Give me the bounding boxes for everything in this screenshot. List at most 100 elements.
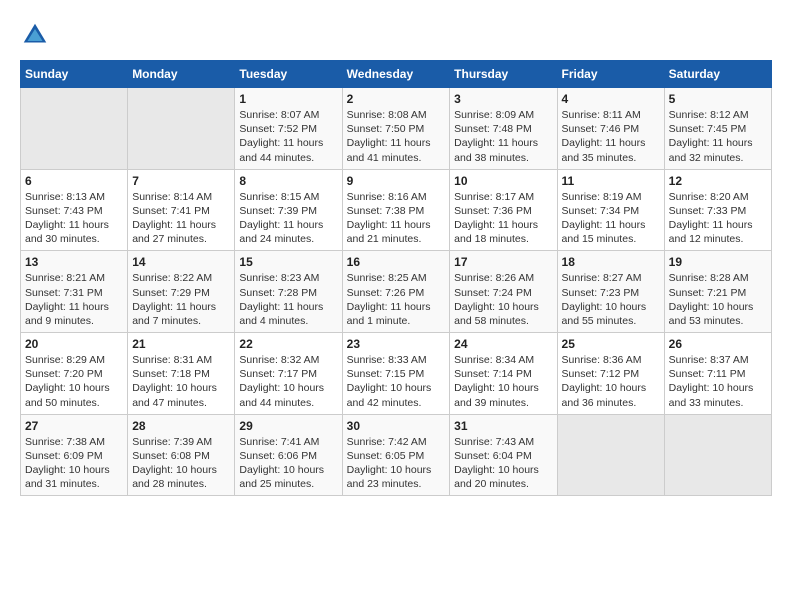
weekday-header: Thursday: [450, 61, 557, 88]
day-number: 30: [347, 419, 446, 433]
day-info: Sunrise: 8:11 AM Sunset: 7:46 PM Dayligh…: [562, 108, 660, 165]
calendar-cell: 1 Sunrise: 8:07 AM Sunset: 7:52 PM Daylig…: [235, 88, 342, 170]
weekday-header: Tuesday: [235, 61, 342, 88]
calendar-cell: 9 Sunrise: 8:16 AM Sunset: 7:38 PM Daylig…: [342, 169, 450, 251]
day-info: Sunrise: 8:12 AM Sunset: 7:45 PM Dayligh…: [669, 108, 767, 165]
weekday-header: Wednesday: [342, 61, 450, 88]
calendar-cell: 21 Sunrise: 8:31 AM Sunset: 7:18 PM Dayli…: [128, 333, 235, 415]
day-info: Sunrise: 8:26 AM Sunset: 7:24 PM Dayligh…: [454, 271, 552, 328]
day-number: 27: [25, 419, 123, 433]
day-number: 2: [347, 92, 446, 106]
day-info: Sunrise: 8:29 AM Sunset: 7:20 PM Dayligh…: [25, 353, 123, 410]
weekday-header: Monday: [128, 61, 235, 88]
calendar-cell: 6Sunrise: 8:13 AM Sunset: 7:43 PM Daylig…: [21, 169, 128, 251]
calendar-week-row: 6Sunrise: 8:13 AM Sunset: 7:43 PM Daylig…: [21, 169, 772, 251]
calendar-cell: 25 Sunrise: 8:36 AM Sunset: 7:12 PM Dayli…: [557, 333, 664, 415]
calendar-cell: 30 Sunrise: 7:42 AM Sunset: 6:05 PM Dayli…: [342, 414, 450, 496]
day-info: Sunrise: 8:28 AM Sunset: 7:21 PM Dayligh…: [669, 271, 767, 328]
day-number: 24: [454, 337, 552, 351]
calendar-cell: 14Sunrise: 8:22 AM Sunset: 7:29 PM Dayli…: [128, 251, 235, 333]
day-info: Sunrise: 8:31 AM Sunset: 7:18 PM Dayligh…: [132, 353, 230, 410]
day-number: 21: [132, 337, 230, 351]
day-number: 3: [454, 92, 552, 106]
day-info: Sunrise: 8:08 AM Sunset: 7:50 PM Dayligh…: [347, 108, 446, 165]
calendar-cell: 3 Sunrise: 8:09 AM Sunset: 7:48 PM Daylig…: [450, 88, 557, 170]
calendar-cell: 24 Sunrise: 8:34 AM Sunset: 7:14 PM Dayli…: [450, 333, 557, 415]
calendar-cell: 31 Sunrise: 7:43 AM Sunset: 6:04 PM Dayli…: [450, 414, 557, 496]
calendar-cell: 26 Sunrise: 8:37 AM Sunset: 7:11 PM Dayli…: [664, 333, 771, 415]
day-number: 28: [132, 419, 230, 433]
calendar-cell: 7Sunrise: 8:14 AM Sunset: 7:41 PM Daylig…: [128, 169, 235, 251]
day-number: 25: [562, 337, 660, 351]
day-number: 9: [347, 174, 446, 188]
calendar-cell: 11Sunrise: 8:19 AM Sunset: 7:34 PM Dayli…: [557, 169, 664, 251]
day-info: Sunrise: 8:37 AM Sunset: 7:11 PM Dayligh…: [669, 353, 767, 410]
calendar-cell: 10 Sunrise: 8:17 AM Sunset: 7:36 PM Dayli…: [450, 169, 557, 251]
calendar-cell: 20 Sunrise: 8:29 AM Sunset: 7:20 PM Dayli…: [21, 333, 128, 415]
day-number: 5: [669, 92, 767, 106]
day-number: 31: [454, 419, 552, 433]
day-info: Sunrise: 8:22 AM Sunset: 7:29 PM Dayligh…: [132, 271, 230, 328]
day-info: Sunrise: 8:25 AM Sunset: 7:26 PM Dayligh…: [347, 271, 446, 328]
day-info: Sunrise: 8:15 AM Sunset: 7:39 PM Dayligh…: [239, 190, 337, 247]
day-number: 17: [454, 255, 552, 269]
calendar-table: SundayMondayTuesdayWednesdayThursdayFrid…: [20, 60, 772, 496]
day-info: Sunrise: 8:36 AM Sunset: 7:12 PM Dayligh…: [562, 353, 660, 410]
logo: [20, 20, 52, 50]
calendar-cell: 13Sunrise: 8:21 AM Sunset: 7:31 PM Dayli…: [21, 251, 128, 333]
day-info: Sunrise: 8:27 AM Sunset: 7:23 PM Dayligh…: [562, 271, 660, 328]
day-number: 15: [239, 255, 337, 269]
calendar-week-row: 1 Sunrise: 8:07 AM Sunset: 7:52 PM Daylig…: [21, 88, 772, 170]
day-number: 19: [669, 255, 767, 269]
day-number: 13: [25, 255, 123, 269]
calendar-cell: 4 Sunrise: 8:11 AM Sunset: 7:46 PM Daylig…: [557, 88, 664, 170]
calendar-cell: 17 Sunrise: 8:26 AM Sunset: 7:24 PM Dayli…: [450, 251, 557, 333]
day-number: 11: [562, 174, 660, 188]
day-number: 26: [669, 337, 767, 351]
day-number: 1: [239, 92, 337, 106]
day-number: 10: [454, 174, 552, 188]
day-info: Sunrise: 8:17 AM Sunset: 7:36 PM Dayligh…: [454, 190, 552, 247]
calendar-week-row: 27Sunrise: 7:38 AM Sunset: 6:09 PM Dayli…: [21, 414, 772, 496]
calendar-cell: 2 Sunrise: 8:08 AM Sunset: 7:50 PM Daylig…: [342, 88, 450, 170]
weekday-row: SundayMondayTuesdayWednesdayThursdayFrid…: [21, 61, 772, 88]
calendar-cell: 16Sunrise: 8:25 AM Sunset: 7:26 PM Dayli…: [342, 251, 450, 333]
calendar-body: 1 Sunrise: 8:07 AM Sunset: 7:52 PM Daylig…: [21, 88, 772, 496]
calendar-cell: 8Sunrise: 8:15 AM Sunset: 7:39 PM Daylig…: [235, 169, 342, 251]
calendar-cell: [128, 88, 235, 170]
calendar-cell: 18 Sunrise: 8:27 AM Sunset: 7:23 PM Dayli…: [557, 251, 664, 333]
day-info: Sunrise: 8:09 AM Sunset: 7:48 PM Dayligh…: [454, 108, 552, 165]
calendar-cell: 28 Sunrise: 7:39 AM Sunset: 6:08 PM Dayli…: [128, 414, 235, 496]
day-info: Sunrise: 8:07 AM Sunset: 7:52 PM Dayligh…: [239, 108, 337, 165]
day-info: Sunrise: 7:43 AM Sunset: 6:04 PM Dayligh…: [454, 435, 552, 492]
day-info: Sunrise: 8:20 AM Sunset: 7:33 PM Dayligh…: [669, 190, 767, 247]
day-number: 29: [239, 419, 337, 433]
calendar-cell: 15 Sunrise: 8:23 AM Sunset: 7:28 PM Dayli…: [235, 251, 342, 333]
day-number: 6: [25, 174, 123, 188]
day-number: 23: [347, 337, 446, 351]
calendar-cell: [557, 414, 664, 496]
calendar-cell: 19 Sunrise: 8:28 AM Sunset: 7:21 PM Dayli…: [664, 251, 771, 333]
day-info: Sunrise: 8:16 AM Sunset: 7:38 PM Dayligh…: [347, 190, 446, 247]
page-header: [20, 20, 772, 50]
calendar-cell: 22Sunrise: 8:32 AM Sunset: 7:17 PM Dayli…: [235, 333, 342, 415]
day-number: 20: [25, 337, 123, 351]
day-info: Sunrise: 7:42 AM Sunset: 6:05 PM Dayligh…: [347, 435, 446, 492]
weekday-header: Friday: [557, 61, 664, 88]
day-info: Sunrise: 8:34 AM Sunset: 7:14 PM Dayligh…: [454, 353, 552, 410]
calendar-cell: [21, 88, 128, 170]
day-number: 18: [562, 255, 660, 269]
calendar-cell: 12 Sunrise: 8:20 AM Sunset: 7:33 PM Dayli…: [664, 169, 771, 251]
day-number: 4: [562, 92, 660, 106]
calendar-header: SundayMondayTuesdayWednesdayThursdayFrid…: [21, 61, 772, 88]
calendar-cell: [664, 414, 771, 496]
calendar-cell: 29Sunrise: 7:41 AM Sunset: 6:06 PM Dayli…: [235, 414, 342, 496]
day-number: 7: [132, 174, 230, 188]
day-number: 12: [669, 174, 767, 188]
day-info: Sunrise: 8:23 AM Sunset: 7:28 PM Dayligh…: [239, 271, 337, 328]
weekday-header: Saturday: [664, 61, 771, 88]
calendar-week-row: 20 Sunrise: 8:29 AM Sunset: 7:20 PM Dayli…: [21, 333, 772, 415]
calendar-cell: 27Sunrise: 7:38 AM Sunset: 6:09 PM Dayli…: [21, 414, 128, 496]
day-info: Sunrise: 7:39 AM Sunset: 6:08 PM Dayligh…: [132, 435, 230, 492]
day-info: Sunrise: 8:33 AM Sunset: 7:15 PM Dayligh…: [347, 353, 446, 410]
